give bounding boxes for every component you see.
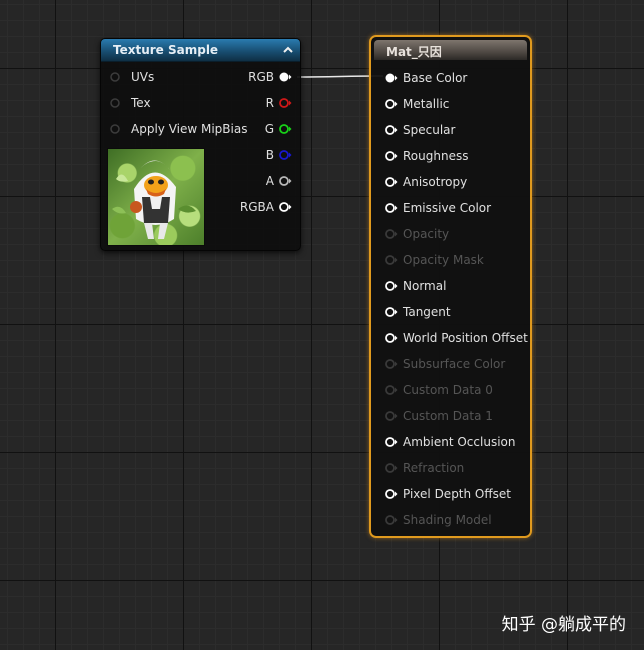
collapse-icon[interactable]: [282, 44, 294, 56]
pin-label: Custom Data 1: [403, 409, 493, 423]
material-pin-10[interactable]: World Position Offset: [384, 331, 528, 345]
input-pin-apply-view-mipbias[interactable]: Apply View MipBias: [109, 122, 247, 136]
pin-circle-icon[interactable]: [278, 97, 292, 109]
pin-label: Ambient Occlusion: [403, 435, 516, 449]
material-node-header[interactable]: Mat_只因: [374, 40, 527, 60]
pin-circle-icon: [385, 515, 398, 525]
pin-label: Emissive Color: [403, 201, 492, 215]
pin-circle-icon[interactable]: [278, 149, 292, 161]
pin-label: Pixel Depth Offset: [403, 487, 511, 501]
pin-label: Opacity: [403, 227, 450, 241]
pin-label: Tangent: [403, 305, 451, 319]
pin-circle-icon: [385, 463, 398, 473]
material-output-node[interactable]: Mat_只因 Base Color Metallic Specular Roughne…: [369, 35, 532, 538]
material-pin-6: Opacity: [384, 227, 449, 241]
pin-circle-icon[interactable]: [384, 124, 398, 136]
material-pin-5[interactable]: Emissive Color: [384, 201, 491, 215]
pin-circle-icon[interactable]: [109, 123, 123, 135]
material-pin-14[interactable]: Ambient Occlusion: [384, 435, 515, 449]
connection-wire: [296, 75, 384, 78]
cartoon-character-image: [112, 160, 196, 239]
pin-label: Base Color: [403, 71, 468, 85]
material-pin-12: Custom Data 0: [384, 383, 493, 397]
material-pin-8[interactable]: Normal: [384, 279, 446, 293]
pin-circle-icon[interactable]: [278, 175, 292, 187]
material-pin-4[interactable]: Anisotropy: [384, 175, 467, 189]
pin-label: A: [265, 174, 274, 188]
pin-circle-icon[interactable]: [384, 332, 398, 344]
pin-circle-icon: [385, 255, 398, 265]
node-title: Texture Sample: [113, 43, 219, 57]
texture-preview-thumbnail: [107, 148, 205, 246]
pin-label: RGB: [248, 70, 274, 84]
pin-circle-icon[interactable]: [384, 280, 398, 292]
pin-circle-icon[interactable]: [384, 436, 398, 448]
pin-circle-icon[interactable]: [384, 150, 398, 162]
pin-label: Tex: [131, 96, 151, 110]
pin-label: UVs: [131, 70, 155, 84]
watermark-text: 知乎 @躺成平的: [501, 615, 626, 635]
output-pin-b[interactable]: B: [266, 148, 292, 162]
output-pin-r[interactable]: R: [266, 96, 292, 110]
pin-label: Subsurface Color: [403, 357, 506, 371]
pin-label: RGBA: [239, 200, 274, 214]
pin-filled-icon[interactable]: [278, 71, 292, 83]
pin-circle-icon: [385, 359, 398, 369]
output-pin-a[interactable]: A: [266, 174, 292, 188]
node-title: Mat_只因: [386, 45, 442, 59]
pin-circle-icon[interactable]: [109, 97, 123, 109]
input-pin-uvs[interactable]: UVs: [109, 70, 154, 84]
pin-label: G: [264, 122, 274, 136]
output-pin-g[interactable]: G: [265, 122, 292, 136]
pin-circle-icon[interactable]: [278, 123, 292, 135]
pin-circle-icon[interactable]: [384, 306, 398, 318]
material-pin-9[interactable]: Tangent: [384, 305, 451, 319]
material-pin-7: Opacity Mask: [384, 253, 484, 267]
pin-label: Roughness: [403, 149, 469, 163]
pin-label: R: [265, 96, 274, 110]
pin-filled-icon[interactable]: [384, 72, 398, 84]
pin-label: Opacity Mask: [403, 253, 484, 267]
pin-label: Anisotropy: [403, 175, 468, 189]
pin-circle-icon[interactable]: [384, 488, 398, 500]
material-pin-16[interactable]: Pixel Depth Offset: [384, 487, 511, 501]
output-pin-rgb[interactable]: RGB: [248, 70, 292, 84]
pin-label: Normal: [403, 279, 447, 293]
pin-label: B: [265, 148, 274, 162]
output-pin-rgba[interactable]: RGBA: [240, 200, 292, 214]
pin-circle-icon[interactable]: [109, 71, 123, 83]
material-pin-11: Subsurface Color: [384, 357, 505, 371]
pin-label: Shading Model: [403, 513, 492, 527]
material-pin-13: Custom Data 1: [384, 409, 493, 423]
input-pin-tex[interactable]: Tex: [109, 96, 151, 110]
pin-circle-icon[interactable]: [384, 98, 398, 110]
material-pin-3[interactable]: Roughness: [384, 149, 468, 163]
pin-circle-icon[interactable]: [278, 201, 292, 213]
texture-sample-node[interactable]: Texture Sample UVs Tex Apply View MipBia…: [100, 38, 301, 251]
pin-label: World Position Offset: [403, 331, 528, 345]
material-pin-2[interactable]: Specular: [384, 123, 455, 137]
pin-label: Metallic: [403, 97, 450, 111]
material-pin-1[interactable]: Metallic: [384, 97, 449, 111]
pin-circle-icon: [385, 229, 398, 239]
pin-label: Custom Data 0: [403, 383, 493, 397]
pin-label: Apply View MipBias: [131, 122, 248, 136]
pin-circle-icon: [385, 385, 398, 395]
pin-label: Specular: [403, 123, 456, 137]
pin-label: Refraction: [403, 461, 465, 475]
pin-circle-icon: [385, 411, 398, 421]
texture-sample-header[interactable]: Texture Sample: [101, 39, 300, 62]
pin-circle-icon[interactable]: [384, 202, 398, 214]
material-pin-0[interactable]: Base Color: [384, 71, 467, 85]
material-pin-17: Shading Model: [384, 513, 492, 527]
pin-circle-icon[interactable]: [384, 176, 398, 188]
material-pin-15: Refraction: [384, 461, 464, 475]
